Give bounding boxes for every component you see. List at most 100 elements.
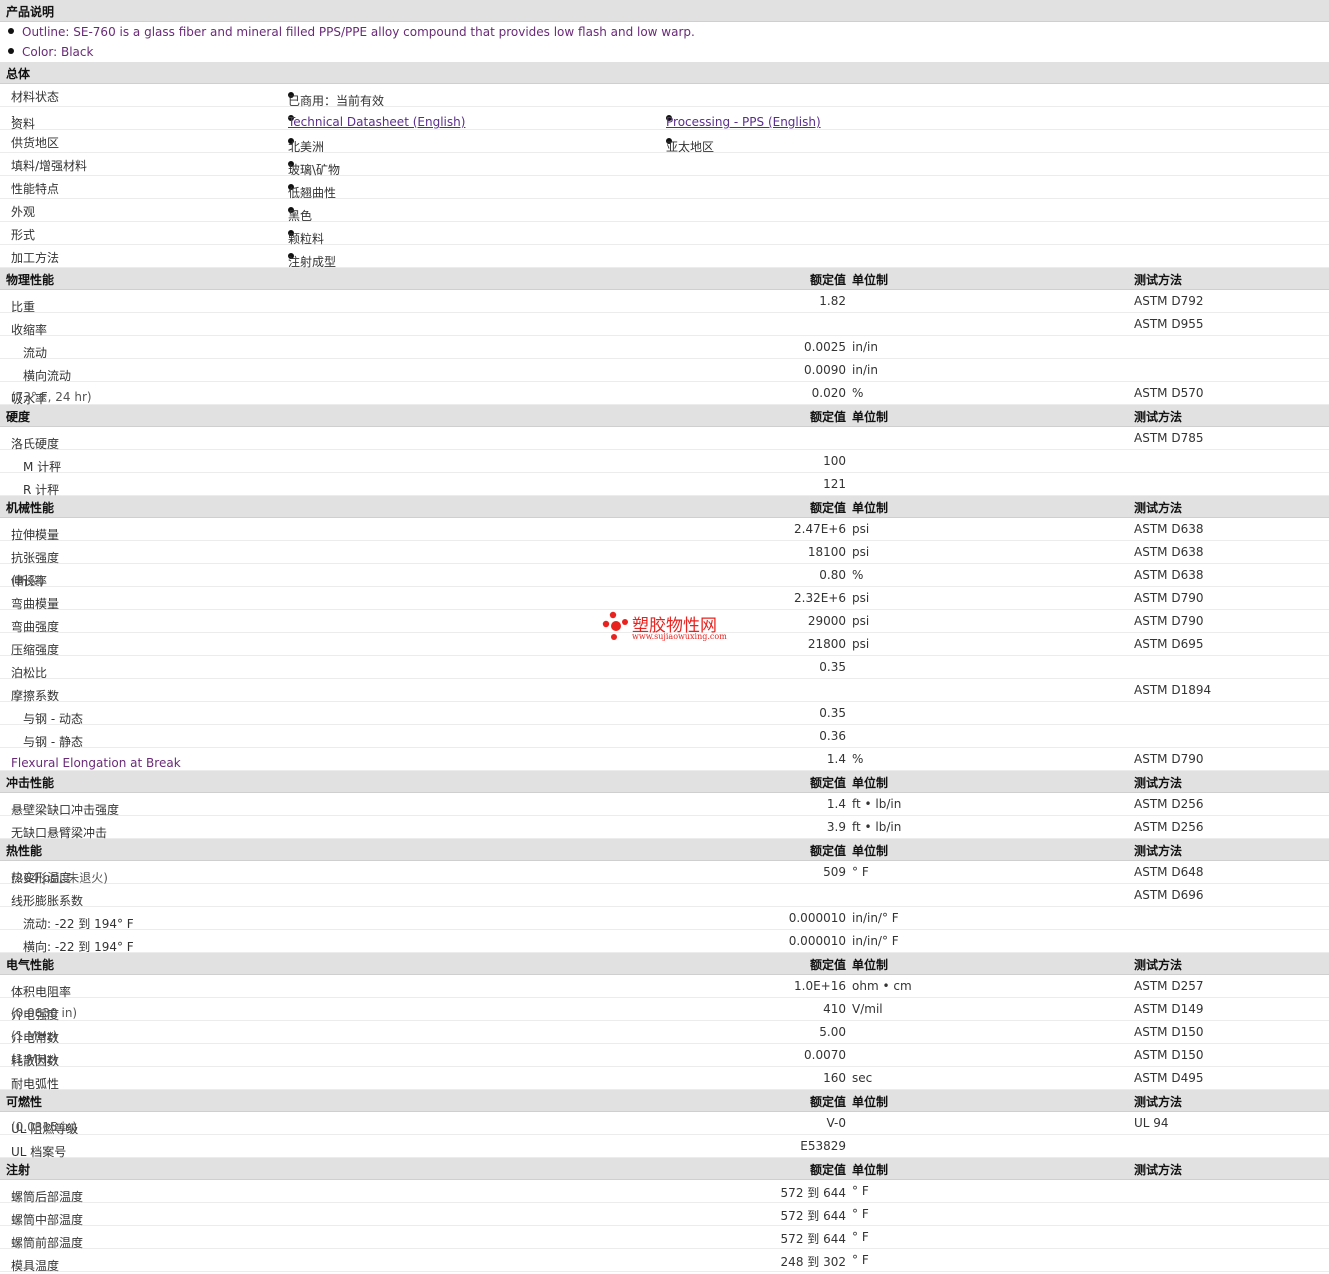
property-test-method: ASTM D785 xyxy=(1134,431,1204,445)
header-unit: 单位制 xyxy=(852,1163,889,1177)
property-unit: % xyxy=(852,386,864,400)
general-row-processing: 加工方法 注射成型 xyxy=(0,245,1329,269)
property-row: M 计秤 100 xyxy=(0,450,1329,474)
processing-guide-link[interactable]: Processing - PPS (English) xyxy=(666,115,821,129)
property-value: 1.4 xyxy=(826,797,846,811)
property-value: V-0 xyxy=(826,1116,846,1130)
property-condition: (1 MHz) xyxy=(11,1052,58,1066)
watermark-url: www.sujiaowuxing.com xyxy=(632,632,727,641)
description-item: Outline: SE-760 is a glass fiber and min… xyxy=(0,22,1329,42)
property-test-method: ASTM D150 xyxy=(1134,1025,1204,1039)
property-value: 1.0E+16 xyxy=(794,979,846,993)
property-row: 比重 1.82 ASTM D792 xyxy=(0,290,1329,314)
property-row: 螺筒后部温度 572 到 644 ° F xyxy=(0,1180,1329,1204)
property-test-method: ASTM D638 xyxy=(1134,522,1204,536)
property-row: Flexural Elongation at Break 1.4% ASTM D79… xyxy=(0,748,1329,771)
header-unit: 单位制 xyxy=(852,410,889,424)
general-row-appearance: 外观 黑色 xyxy=(0,199,1329,223)
property-unit: in/in xyxy=(852,340,878,354)
property-row: 横向: -22 到 194° F 0.000010 in/in/° F xyxy=(0,930,1329,954)
property-value: 509 xyxy=(823,865,846,879)
property-test-method: ASTM D149 xyxy=(1134,1002,1204,1016)
property-test-method: ASTM D1894 xyxy=(1134,683,1212,697)
property-unit: ohm • cm xyxy=(852,979,912,993)
general-row-availability: 供货地区 北美洲 亚太地区 xyxy=(0,130,1329,154)
property-unit: V/mil xyxy=(852,1002,883,1016)
general-row-filler: 填料/增强材料 玻璃\矿物 xyxy=(0,153,1329,177)
header-test-method: 测试方法 xyxy=(1134,1163,1183,1177)
property-value: 0.35 xyxy=(819,706,846,720)
property-value: 5.00 xyxy=(819,1025,846,1039)
property-test-method: ASTM D790 xyxy=(1134,591,1204,605)
header-unit: 单位制 xyxy=(852,501,889,515)
property-row: UL 档案号 E53829 xyxy=(0,1135,1329,1159)
property-row: 拉伸模量 2.47E+6 psi ASTM D638 xyxy=(0,518,1329,542)
property-row: 模具温度 248 到 302 ° F xyxy=(0,1249,1329,1273)
header-nominal: 额定值 xyxy=(809,1095,846,1109)
description-item: Color: Black xyxy=(0,42,1329,62)
property-unit: % xyxy=(852,752,864,766)
property-test-method: ASTM D256 xyxy=(1134,797,1204,811)
section-title: 电气性能 xyxy=(6,958,55,972)
section-header-product-description: 产品说明 xyxy=(0,0,1329,22)
property-unit: ° F xyxy=(852,1230,869,1244)
property-value: 0.0070 xyxy=(804,1048,846,1062)
property-value: 410 xyxy=(823,1002,846,1016)
property-unit: psi xyxy=(852,614,870,628)
property-row: 洛氏硬度 ASTM D785 xyxy=(0,427,1329,451)
header-unit: 单位制 xyxy=(852,844,889,858)
section-title: 热性能 xyxy=(6,844,43,858)
property-value: 0.0090 xyxy=(804,363,846,377)
property-unit: sec xyxy=(852,1071,873,1085)
property-test-method: ASTM D955 xyxy=(1134,317,1204,331)
property-row: R 计秤 121 xyxy=(0,473,1329,497)
property-row: 弯曲模量 2.32E+6 psi ASTM D790 xyxy=(0,587,1329,611)
property-row: 线形膨胀系数 ASTM D696 xyxy=(0,884,1329,908)
property-row: 螺筒中部温度 572 到 644 ° F xyxy=(0,1203,1329,1227)
general-row-status: 材料状态 已商用：当前有效 xyxy=(0,84,1329,108)
property-row: 螺筒前部温度 572 到 644 ° F xyxy=(0,1226,1329,1250)
property-condition: (1 MHz) xyxy=(11,1029,58,1043)
property-row: 悬壁梁缺口冲击强度 1.4 ft • lb/in ASTM D256 xyxy=(0,793,1329,817)
header-test-method: 测试方法 xyxy=(1134,958,1183,972)
bullet-icon xyxy=(8,48,14,54)
header-test-method: 测试方法 xyxy=(1134,1095,1183,1109)
property-sections: 物理性能 额定值 单位制 测试方法 比重 1.82 ASTM D792 收缩率 ASTM D95… xyxy=(0,268,1329,1273)
section-title: 可燃性 xyxy=(6,1095,43,1109)
header-nominal: 额定值 xyxy=(809,776,846,790)
property-test-method: ASTM D790 xyxy=(1134,614,1204,628)
header-unit: 单位制 xyxy=(852,1095,889,1109)
property-condition: (0.0315 in) xyxy=(11,1120,78,1134)
property-unit: % xyxy=(852,568,864,582)
technical-datasheet-link[interactable]: Technical Datasheet (English) xyxy=(288,115,465,129)
property-test-method: ASTM D638 xyxy=(1134,545,1204,559)
property-condition: (73° F, 24 hr) xyxy=(11,390,92,404)
property-value: 572 到 644 xyxy=(780,1232,846,1246)
property-test-method: ASTM D638 xyxy=(1134,568,1204,582)
property-unit: in/in/° F xyxy=(852,911,899,925)
property-test-method: UL 94 xyxy=(1134,1116,1169,1130)
property-value: 0.020 xyxy=(811,386,846,400)
section-title: 冲击性能 xyxy=(6,776,55,790)
property-value: 0.000010 xyxy=(788,911,846,925)
section-title: 产品说明 xyxy=(6,5,55,19)
property-row: 与钢 - 静态 0.36 xyxy=(0,725,1329,749)
section-header-thermal: 热性能 额定值 单位制 测试方法 xyxy=(0,839,1329,861)
general-row-documents: 资料 1 Technical Datasheet (English) Proce… xyxy=(0,107,1329,131)
property-row: 与钢 - 动态 0.35 xyxy=(0,702,1329,726)
property-value: 3.9 xyxy=(826,820,846,834)
header-test-method: 测试方法 xyxy=(1134,501,1183,515)
property-test-method: ASTM D790 xyxy=(1134,752,1204,766)
section-header-impact: 冲击性能 额定值 单位制 测试方法 xyxy=(0,771,1329,793)
property-row: 横向流动 0.0090 in/in xyxy=(0,359,1329,383)
property-value: 572 到 644 xyxy=(780,1186,846,1200)
header-nominal: 额定值 xyxy=(809,844,846,858)
property-value: 572 到 644 xyxy=(780,1209,846,1223)
property-row: 抗张强度 18100 psi ASTM D638 xyxy=(0,541,1329,565)
property-value: 0.35 xyxy=(819,660,846,674)
datasheet-page: 产品说明 Outline: SE-760 is a glass fiber an… xyxy=(0,0,1329,1273)
section-header-electrical: 电气性能 额定值 单位制 测试方法 xyxy=(0,953,1329,975)
property-test-method: ASTM D648 xyxy=(1134,865,1204,879)
header-nominal: 额定值 xyxy=(809,501,846,515)
property-test-method: ASTM D570 xyxy=(1134,386,1204,400)
